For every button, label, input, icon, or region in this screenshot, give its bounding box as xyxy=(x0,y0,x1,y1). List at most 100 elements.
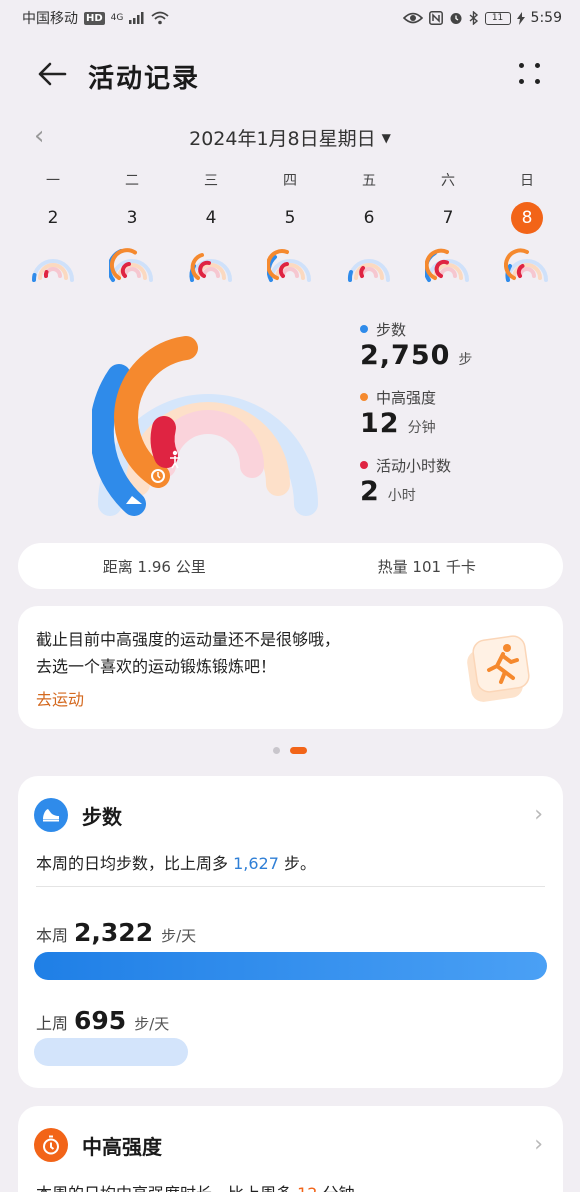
weekday-label: 一 xyxy=(46,173,60,189)
day-number: 7 xyxy=(442,208,454,228)
active-label: 活动小时数 xyxy=(376,456,452,475)
charging-icon xyxy=(516,11,525,25)
card-pager xyxy=(0,747,580,754)
day-number: 5 xyxy=(284,208,296,228)
day-column[interactable]: 三 4 xyxy=(172,170,250,286)
page-title: 活动记录 xyxy=(88,64,201,94)
intensity-comparison-text: 本周的日均中高强度时长，比上周多 12 分钟 xyxy=(36,1180,355,1192)
weekday-label: 二 xyxy=(125,173,139,189)
status-bar: 中国移动 HD 4G 11 5:59 xyxy=(0,0,580,36)
day-column[interactable]: 五 6 xyxy=(330,170,408,286)
back-arrow-icon xyxy=(38,62,67,86)
comparison-prefix: 本周的日均步数，比上周多 xyxy=(36,854,229,873)
battery-icon: 11 xyxy=(484,11,511,25)
running-person-icon xyxy=(467,635,530,702)
wifi-icon xyxy=(151,11,169,25)
exercise-tip-card[interactable]: 截止目前中高强度的运动量还不是很够哦， 去选一个喜欢的运动锻炼锻炼吧！ 去运动 xyxy=(18,606,563,729)
last-week-bar xyxy=(34,1038,547,1066)
steps-dot-icon xyxy=(360,325,368,333)
day-activity-ring-icon xyxy=(267,249,311,282)
steps-label: 步数 xyxy=(376,320,407,339)
activity-rings-chart[interactable] xyxy=(92,316,324,522)
day-activity-ring-icon xyxy=(504,248,548,282)
back-button[interactable] xyxy=(32,56,72,92)
this-week-label: 本周 xyxy=(36,926,69,945)
last-week-value: 695 xyxy=(74,1006,127,1035)
caret-down-icon: ▼ xyxy=(381,131,391,145)
last-week-unit: 步/天 xyxy=(134,1015,170,1033)
active-dot-icon xyxy=(360,461,368,469)
active-unit: 小时 xyxy=(387,488,416,504)
this-week-unit: 步/天 xyxy=(161,927,197,945)
intensity-comparison-prefix: 本周的日均中高强度时长，比上周多 xyxy=(36,1184,292,1192)
day-activity-ring-icon xyxy=(31,259,74,282)
weekday-label: 日 xyxy=(520,173,534,189)
signal-icon xyxy=(129,12,144,24)
weekday-label: 四 xyxy=(283,173,297,189)
chevron-right-icon[interactable]: › xyxy=(534,802,543,827)
stopwatch-icon xyxy=(34,1128,68,1162)
eye-icon xyxy=(402,12,423,24)
legend-steps: 步数 2,750 步 xyxy=(360,318,560,376)
this-week-bar xyxy=(34,952,547,980)
this-week-value: 2,322 xyxy=(74,918,154,947)
more-dot-icon xyxy=(535,79,540,84)
more-dot-icon xyxy=(519,63,524,68)
hd-badge: HD xyxy=(84,11,105,25)
pager-dot-active[interactable] xyxy=(290,747,307,754)
chevron-right-icon[interactable]: › xyxy=(534,1132,543,1157)
date-selector[interactable]: 2024年1月8日星期日 ▼ xyxy=(0,124,580,151)
intensity-label: 中高强度 xyxy=(376,388,437,407)
date-text: 2024年1月8日星期日 xyxy=(189,128,376,150)
this-week-bar-fill xyxy=(34,952,547,980)
comparison-value: 1,627 xyxy=(233,854,279,873)
day-column[interactable]: 六 7 xyxy=(409,170,487,286)
comparison-suffix: 步。 xyxy=(284,854,317,873)
intensity-comparison-value: 12 xyxy=(297,1184,317,1192)
intensity-card-title: 中高强度 xyxy=(82,1134,162,1159)
steps-card[interactable]: 步数 › 本周的日均步数，比上周多 1,627 步。 本周 2,322 步/天 … xyxy=(18,776,563,1088)
steps-value: 2,750 xyxy=(360,340,451,371)
this-week-row: 本周 2,322 步/天 xyxy=(36,918,196,947)
more-options-button[interactable] xyxy=(516,58,544,90)
day-column[interactable]: 一 2 xyxy=(14,170,92,286)
carrier-name: 中国移动 xyxy=(22,11,78,27)
day-column[interactable]: 日 8 xyxy=(488,170,566,286)
intensity-value: 12 xyxy=(360,408,400,439)
day-activity-ring-icon xyxy=(347,259,390,282)
steps-unit: 步 xyxy=(458,352,473,368)
day-number: 4 xyxy=(205,208,217,228)
day-column[interactable]: 四 5 xyxy=(251,170,329,286)
weekday-label: 六 xyxy=(441,173,455,189)
steps-comparison-text: 本周的日均步数，比上周多 1,627 步。 xyxy=(36,850,316,874)
weekday-label: 三 xyxy=(204,173,218,189)
intensity-dot-icon xyxy=(360,393,368,401)
more-dot-icon xyxy=(535,63,540,68)
tip-text: 截止目前中高强度的运动量还不是很够哦， 去选一个喜欢的运动锻炼锻炼吧！ xyxy=(36,626,416,680)
week-selector: 一 2 二 3 三 4 四 5 五 6 六 7 日 8 xyxy=(14,170,566,286)
shoe-icon xyxy=(34,798,68,832)
active-value: 2 xyxy=(360,476,380,507)
activity-summary: 步数 2,750 步 中高强度 12 分钟 活动小时数 2 小时 xyxy=(0,310,580,530)
pager-dot[interactable] xyxy=(273,747,280,754)
day-number: 2 xyxy=(47,208,59,228)
bluetooth-icon xyxy=(469,11,478,25)
nfc-icon xyxy=(428,11,443,25)
date-navigator: ‹ 2024年1月8日星期日 ▼ xyxy=(0,118,580,154)
legend-active-hours: 活动小时数 2 小时 xyxy=(360,454,560,512)
activity-legend: 步数 2,750 步 中高强度 12 分钟 活动小时数 2 小时 xyxy=(360,318,560,522)
day-number: 3 xyxy=(126,208,138,228)
day-number: 6 xyxy=(363,208,375,228)
go-exercise-link[interactable]: 去运动 xyxy=(36,686,84,710)
steps-card-title: 步数 xyxy=(82,804,122,829)
day-activity-ring-icon xyxy=(189,253,232,282)
day-column[interactable]: 二 3 xyxy=(93,170,171,286)
tip-line: 截止目前中高强度的运动量还不是很够哦， xyxy=(36,630,341,649)
network-type: 4G xyxy=(110,13,124,23)
app-header: 活动记录 xyxy=(0,46,580,102)
calories-stat: 热量 101 千卡 xyxy=(377,557,476,576)
last-week-bar-fill xyxy=(34,1038,188,1066)
last-week-row: 上周 695 步/天 xyxy=(36,1006,169,1035)
tip-line: 去选一个喜欢的运动锻炼锻炼吧！ xyxy=(36,657,277,676)
intensity-card[interactable]: 中高强度 › 本周的日均中高强度时长，比上周多 12 分钟 xyxy=(18,1106,563,1192)
